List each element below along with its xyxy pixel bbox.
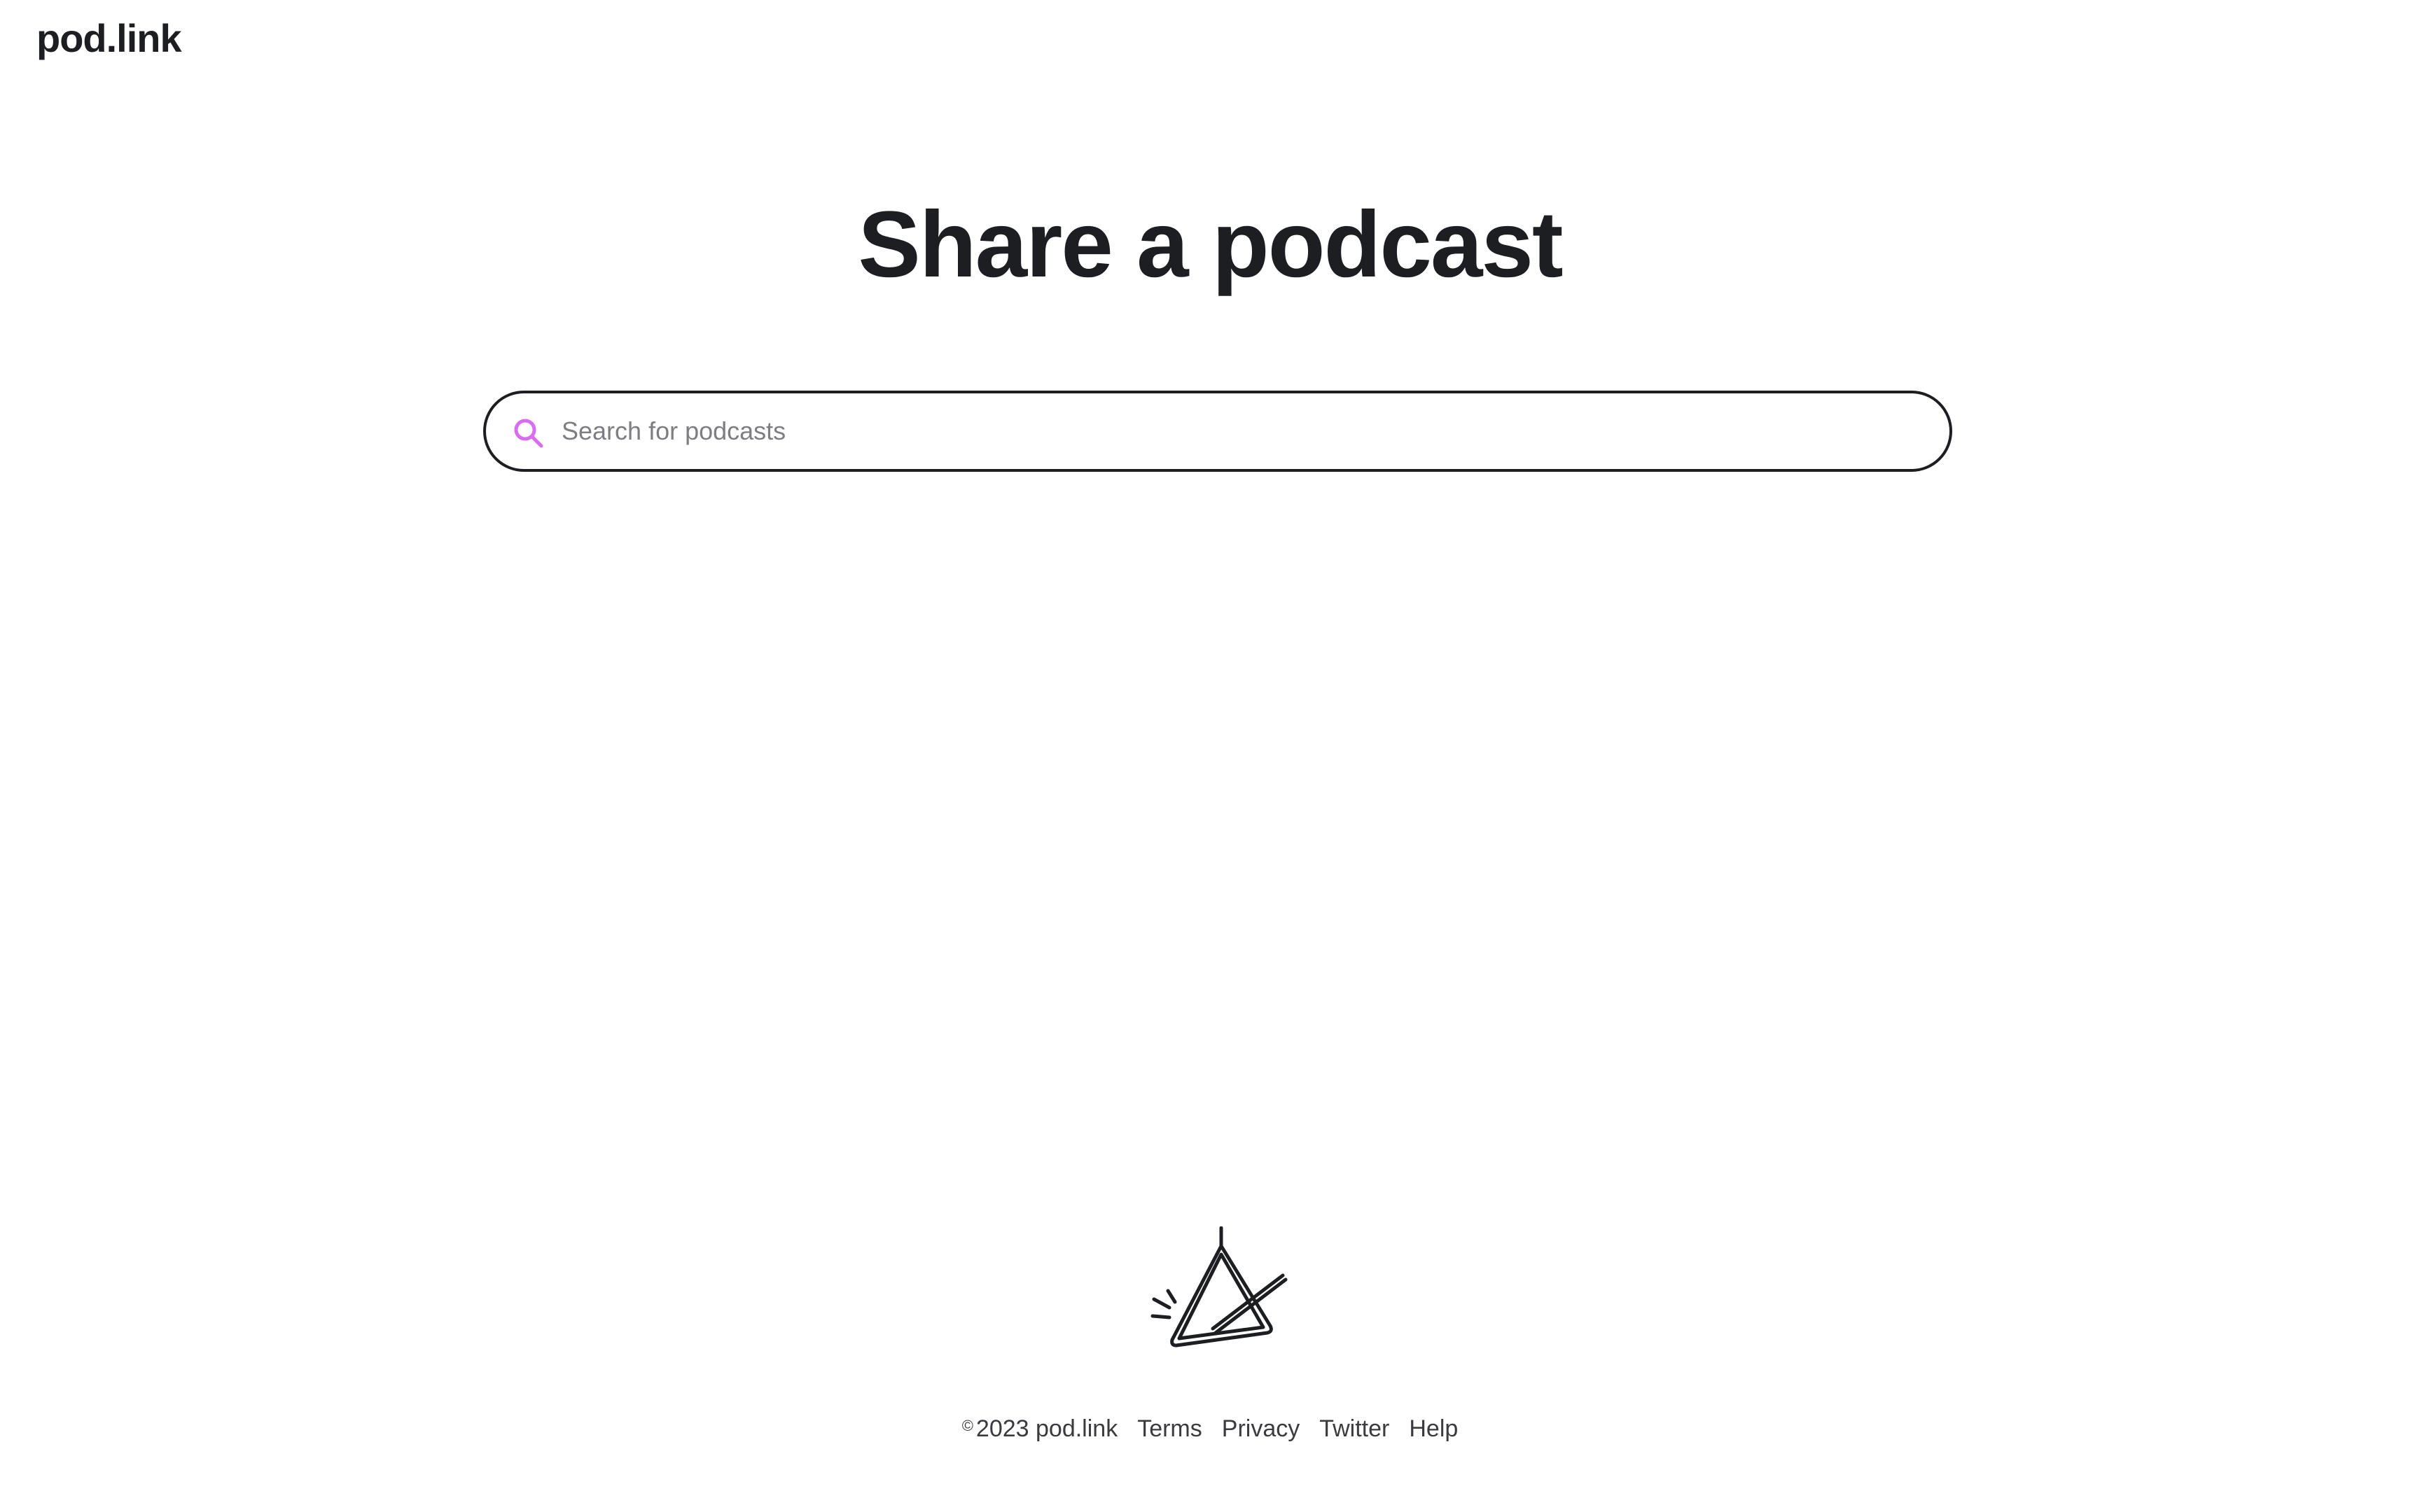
footer-link-twitter[interactable]: Twitter bbox=[1319, 1415, 1389, 1443]
search-input[interactable] bbox=[562, 409, 1920, 454]
page: pod.link Share a podcast ©2 bbox=[0, 0, 2420, 1512]
footer-link-terms[interactable]: Terms bbox=[1137, 1415, 1202, 1443]
triangle-instrument-icon bbox=[1143, 1226, 1290, 1366]
page-title: Share a podcast bbox=[858, 192, 1563, 297]
search-bar[interactable] bbox=[483, 391, 1952, 472]
footer-link-help[interactable]: Help bbox=[1409, 1415, 1458, 1443]
search-icon bbox=[511, 416, 545, 449]
copyright: © 2023 pod.link bbox=[961, 1415, 1118, 1442]
footer-link-privacy[interactable]: Privacy bbox=[1222, 1415, 1300, 1443]
site-logo[interactable]: pod.link bbox=[36, 15, 182, 61]
footer: © 2023 pod.link Terms Privacy Twitter Hel… bbox=[0, 1415, 2420, 1443]
